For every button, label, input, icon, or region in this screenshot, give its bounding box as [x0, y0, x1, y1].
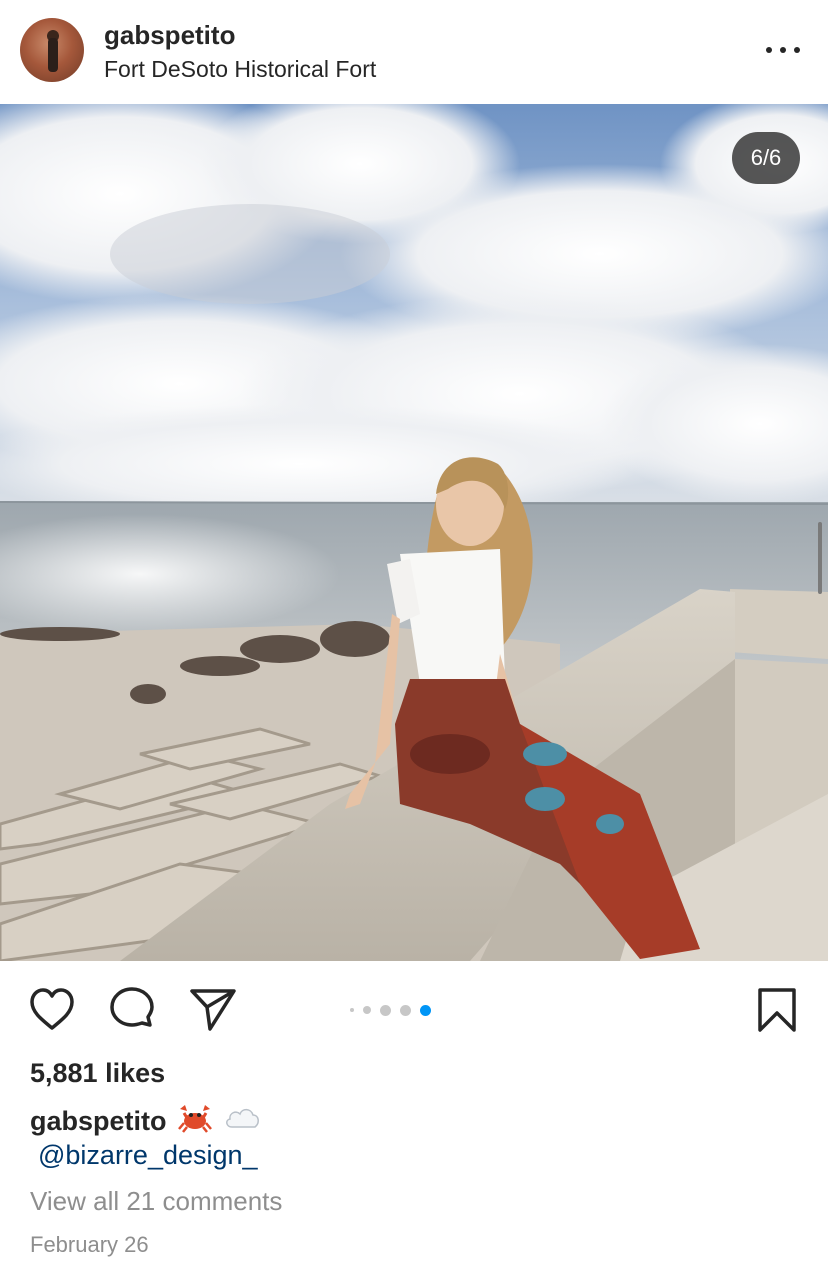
- carousel-dot[interactable]: [350, 1008, 354, 1012]
- more-dot: [794, 47, 800, 53]
- comment-icon[interactable]: [108, 985, 158, 1035]
- more-dot: [780, 47, 786, 53]
- caption: gabspetito: [30, 1103, 261, 1140]
- mention-link[interactable]: @bizarre_design_: [38, 1140, 258, 1171]
- avatar[interactable]: [20, 18, 84, 82]
- caption-username[interactable]: gabspetito: [30, 1106, 167, 1137]
- bookmark-icon[interactable]: [752, 985, 802, 1035]
- image-counter: 6/6: [732, 132, 800, 184]
- cloud-emoji: [223, 1105, 261, 1138]
- location-link[interactable]: Fort DeSoto Historical Fort: [104, 56, 376, 83]
- more-dot: [766, 47, 772, 53]
- carousel-dot[interactable]: [380, 1004, 391, 1016]
- carousel-dot-active[interactable]: [420, 1004, 431, 1016]
- carousel-dot[interactable]: [363, 1006, 371, 1014]
- carousel-dots: [350, 1003, 431, 1017]
- username[interactable]: gabspetito: [104, 20, 235, 51]
- scroll-indicator: [818, 522, 822, 594]
- action-bar: [0, 961, 828, 1057]
- carousel-dot[interactable]: [400, 1004, 411, 1016]
- clouds: [0, 104, 828, 524]
- view-comments-link[interactable]: View all 21 comments: [30, 1186, 282, 1217]
- more-options-icon[interactable]: [766, 38, 800, 62]
- heart-icon[interactable]: [27, 985, 77, 1035]
- post-date: February 26: [30, 1232, 149, 1257]
- photo-illustration: [0, 104, 828, 961]
- paper-plane-icon[interactable]: [188, 985, 238, 1035]
- crab-emoji: [177, 1103, 213, 1140]
- likes-count[interactable]: 5,881 likes: [30, 1058, 165, 1089]
- avatar-figure: [48, 38, 58, 72]
- post-photo[interactable]: 6/6: [0, 104, 828, 961]
- post-header: gabspetito Fort DeSoto Historical Fort: [0, 0, 828, 105]
